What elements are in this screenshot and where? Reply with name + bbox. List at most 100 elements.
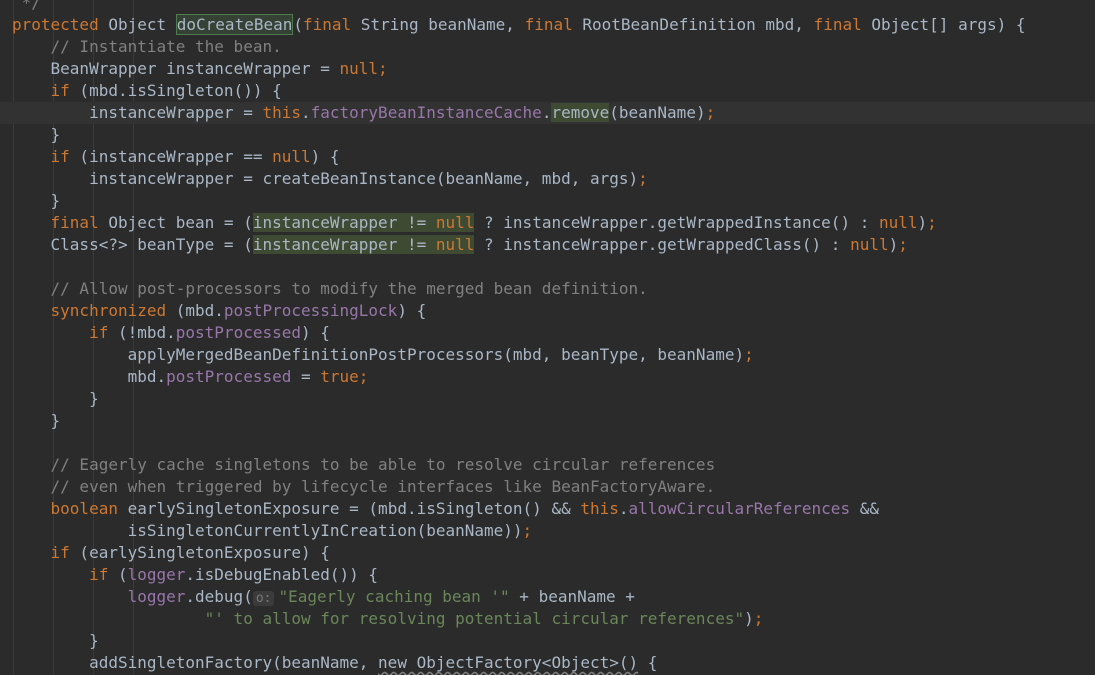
code-line[interactable]: }: [12, 630, 1095, 652]
code-token: logger: [127, 587, 186, 606]
code-line[interactable]: final Object bean = (instanceWrapper != …: [12, 212, 1095, 234]
code-token: this: [262, 103, 301, 122]
code-token: + beanName +: [509, 587, 635, 606]
code-token: synchronized: [50, 301, 167, 320]
code-token: instanceWrapper = createBeanInstance(bea…: [89, 169, 639, 188]
code-token: }: [89, 389, 99, 408]
code-token: Object: [98, 15, 176, 34]
code-token: protected: [12, 15, 99, 34]
code-token: }: [50, 191, 61, 210]
code-line[interactable]: logger.debug(o: "Eagerly caching bean '" …: [12, 586, 1095, 608]
code-line[interactable]: if (logger.isDebugEnabled()) {: [12, 564, 1095, 586]
code-token: BeanWrapper instanceWrapper =: [50, 59, 340, 78]
code-line[interactable]: }: [12, 190, 1095, 212]
code-token: (mbd.: [166, 301, 224, 320]
code-line[interactable]: applyMergedBeanDefinitionPostProcessors(…: [12, 344, 1095, 366]
code-editor[interactable]: */protected Object doCreateBean(final St…: [0, 0, 1095, 675]
code-token: // Instantiate the bean.: [50, 37, 282, 56]
code-token: (!mbd.: [108, 323, 176, 342]
code-line[interactable]: }: [12, 410, 1095, 432]
code-line[interactable]: mbd.postProcessed = true;: [12, 366, 1095, 388]
code-line[interactable]: if (earlySingletonExposure) {: [12, 542, 1095, 564]
code-token: (: [108, 565, 128, 584]
code-line[interactable]: Class<?> beanType = (instanceWrapper != …: [12, 234, 1095, 256]
code-line[interactable]: addSingletonFactory(beanName, new Object…: [12, 652, 1095, 674]
code-line[interactable]: isSingletonCurrentlyInCreation(beanName)…: [12, 520, 1095, 542]
code-line[interactable]: if (instanceWrapper == null) {: [12, 146, 1095, 168]
code-line[interactable]: }: [12, 124, 1095, 146]
code-token: applyMergedBeanDefinitionPostProcessors(…: [127, 345, 745, 364]
code-token: (earlySingletonExposure) {: [69, 543, 330, 562]
code-line[interactable]: }: [12, 388, 1095, 410]
code-token: .: [618, 499, 629, 518]
code-line[interactable]: if (!mbd.postProcessed) {: [12, 322, 1095, 344]
code-token: // Eagerly cache singletons to be able t…: [50, 455, 716, 474]
code-line[interactable]: // Eagerly cache singletons to be able t…: [12, 454, 1095, 476]
code-token: // even when triggered by lifecycle inte…: [50, 477, 716, 496]
code-line[interactable]: // even when triggered by lifecycle inte…: [12, 476, 1095, 498]
code-token: ? instanceWrapper.getWrappedClass() :: [474, 235, 851, 254]
code-token: ;: [358, 367, 369, 386]
code-token: earlySingletonExposure = (mbd.isSingleto…: [117, 499, 581, 518]
code-token: .debug(: [185, 587, 253, 606]
code-token: factoryBeanInstanceCache: [310, 103, 542, 122]
code-line[interactable]: protected Object doCreateBean(final Stri…: [12, 14, 1095, 36]
code-token: ;: [378, 59, 388, 78]
code-line[interactable]: instanceWrapper = this.factoryBeanInstan…: [0, 102, 1095, 124]
code-token: ;: [898, 235, 908, 254]
code-token: if: [89, 323, 109, 342]
code-token: .isDebugEnabled()) {: [185, 565, 379, 584]
code-token: (mbd.isSingleton()) {: [69, 81, 282, 100]
code-token: postProcessingLock: [223, 301, 398, 320]
code-token: final: [524, 15, 573, 34]
code-token: ) {: [301, 323, 330, 342]
parameter-hint: o:: [252, 591, 275, 606]
code-token: true: [320, 367, 359, 386]
code-line[interactable]: // Instantiate the bean.: [12, 36, 1095, 58]
code-line[interactable]: if (mbd.isSingleton()) {: [12, 80, 1095, 102]
code-token: ): [917, 213, 928, 232]
code-line[interactable]: BeanWrapper instanceWrapper = null;: [12, 58, 1095, 80]
code-token: postProcessed: [166, 367, 292, 386]
code-line[interactable]: [12, 256, 1095, 278]
code-token: "' to allow for resolving potential circ…: [204, 609, 745, 628]
code-line[interactable]: */: [12, 0, 1095, 14]
code-token: &&: [850, 499, 879, 518]
code-token: null: [272, 147, 311, 166]
code-token: ): [888, 235, 899, 254]
code-token: ;: [638, 169, 648, 188]
code-token: }: [50, 125, 61, 144]
code-line[interactable]: "' to allow for resolving potential circ…: [12, 608, 1095, 630]
code-token: ) {: [310, 147, 340, 166]
code-line[interactable]: boolean earlySingletonExposure = (mbd.is…: [12, 498, 1095, 520]
code-token: logger: [127, 565, 186, 584]
code-line[interactable]: synchronized (mbd.postProcessingLock) {: [12, 300, 1095, 322]
code-token: ): [744, 609, 754, 628]
code-token: // Allow post-processors to modify the m…: [50, 279, 648, 298]
code-line[interactable]: // Allow post-processors to modify the m…: [12, 278, 1095, 300]
code-token: if: [89, 565, 109, 584]
code-line[interactable]: instanceWrapper = createBeanInstance(bea…: [12, 168, 1095, 190]
code-line[interactable]: [12, 432, 1095, 454]
code-token: addSingletonFactory(beanName,: [89, 653, 379, 672]
